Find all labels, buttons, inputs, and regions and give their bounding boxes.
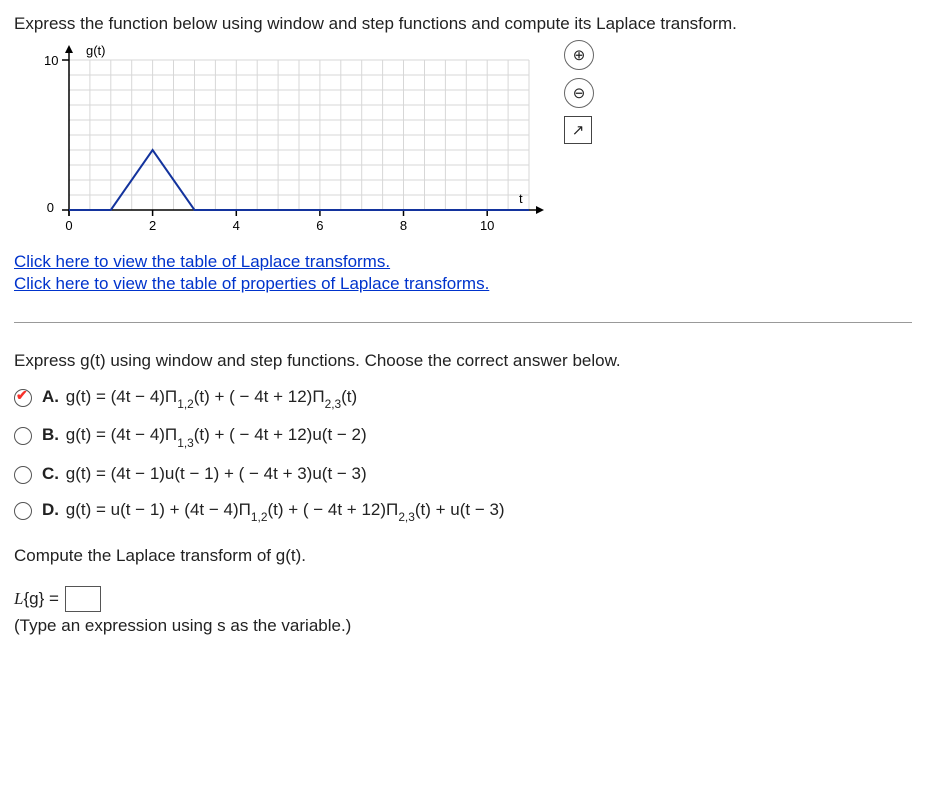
laplace-answer-input[interactable]: [65, 586, 101, 612]
mc-prompt: Express g(t) using window and step funct…: [14, 351, 912, 371]
laplace-table-link[interactable]: Click here to view the table of Laplace …: [14, 252, 390, 272]
option-d-letter: D.: [42, 500, 59, 519]
question-text: Express the function below using window …: [14, 14, 912, 34]
function-chart: g(t) t 10 0 0 2 4 6 8 10: [14, 40, 554, 250]
option-a-letter: A.: [42, 387, 59, 406]
popout-icon: ↗: [572, 121, 585, 139]
option-d-radio[interactable]: [14, 502, 32, 520]
xtick-10: 10: [480, 218, 494, 233]
option-c-expr: g(t) = (4t − 1)u(t − 1) + ( − 4t + 3)u(t…: [66, 464, 367, 483]
y-axis-label: g(t): [86, 43, 106, 58]
zoom-in-icon: ⊕: [573, 46, 586, 64]
laplace-lhs: L{g} =: [14, 589, 59, 609]
answer-note: (Type an expression using s as the varia…: [14, 616, 912, 636]
xtick-8: 8: [400, 218, 407, 233]
section-divider: [14, 322, 912, 323]
ytick-0: 0: [47, 200, 54, 215]
xtick-2: 2: [149, 218, 156, 233]
laplace-properties-link[interactable]: Click here to view the table of properti…: [14, 274, 489, 294]
x-axis-label: t: [519, 191, 523, 206]
compute-prompt: Compute the Laplace transform of g(t).: [14, 546, 912, 566]
option-c-letter: C.: [42, 464, 59, 483]
popout-button[interactable]: ↗: [564, 116, 592, 144]
chart-container: g(t) t 10 0 0 2 4 6 8 10 ⊕ ⊖ ↗: [14, 40, 554, 250]
option-d-expr: g(t) = u(t − 1) + (4t − 4)Π1,2(t) + ( − …: [66, 500, 505, 519]
zoom-out-icon: ⊖: [573, 84, 586, 102]
option-b-letter: B.: [42, 425, 59, 444]
zoom-out-button[interactable]: ⊖: [564, 78, 594, 108]
xtick-0: 0: [65, 218, 72, 233]
option-a-expr: g(t) = (4t − 4)Π1,2(t) + ( − 4t + 12)Π2,…: [66, 387, 357, 406]
option-c-radio[interactable]: [14, 466, 32, 484]
ytick-10: 10: [44, 53, 58, 68]
zoom-in-button[interactable]: ⊕: [564, 40, 594, 70]
option-b-radio[interactable]: [14, 427, 32, 445]
option-a-radio[interactable]: [14, 389, 32, 407]
xtick-4: 4: [233, 218, 240, 233]
option-b-expr: g(t) = (4t − 4)Π1,3(t) + ( − 4t + 12)u(t…: [66, 425, 367, 444]
xtick-6: 6: [316, 218, 323, 233]
